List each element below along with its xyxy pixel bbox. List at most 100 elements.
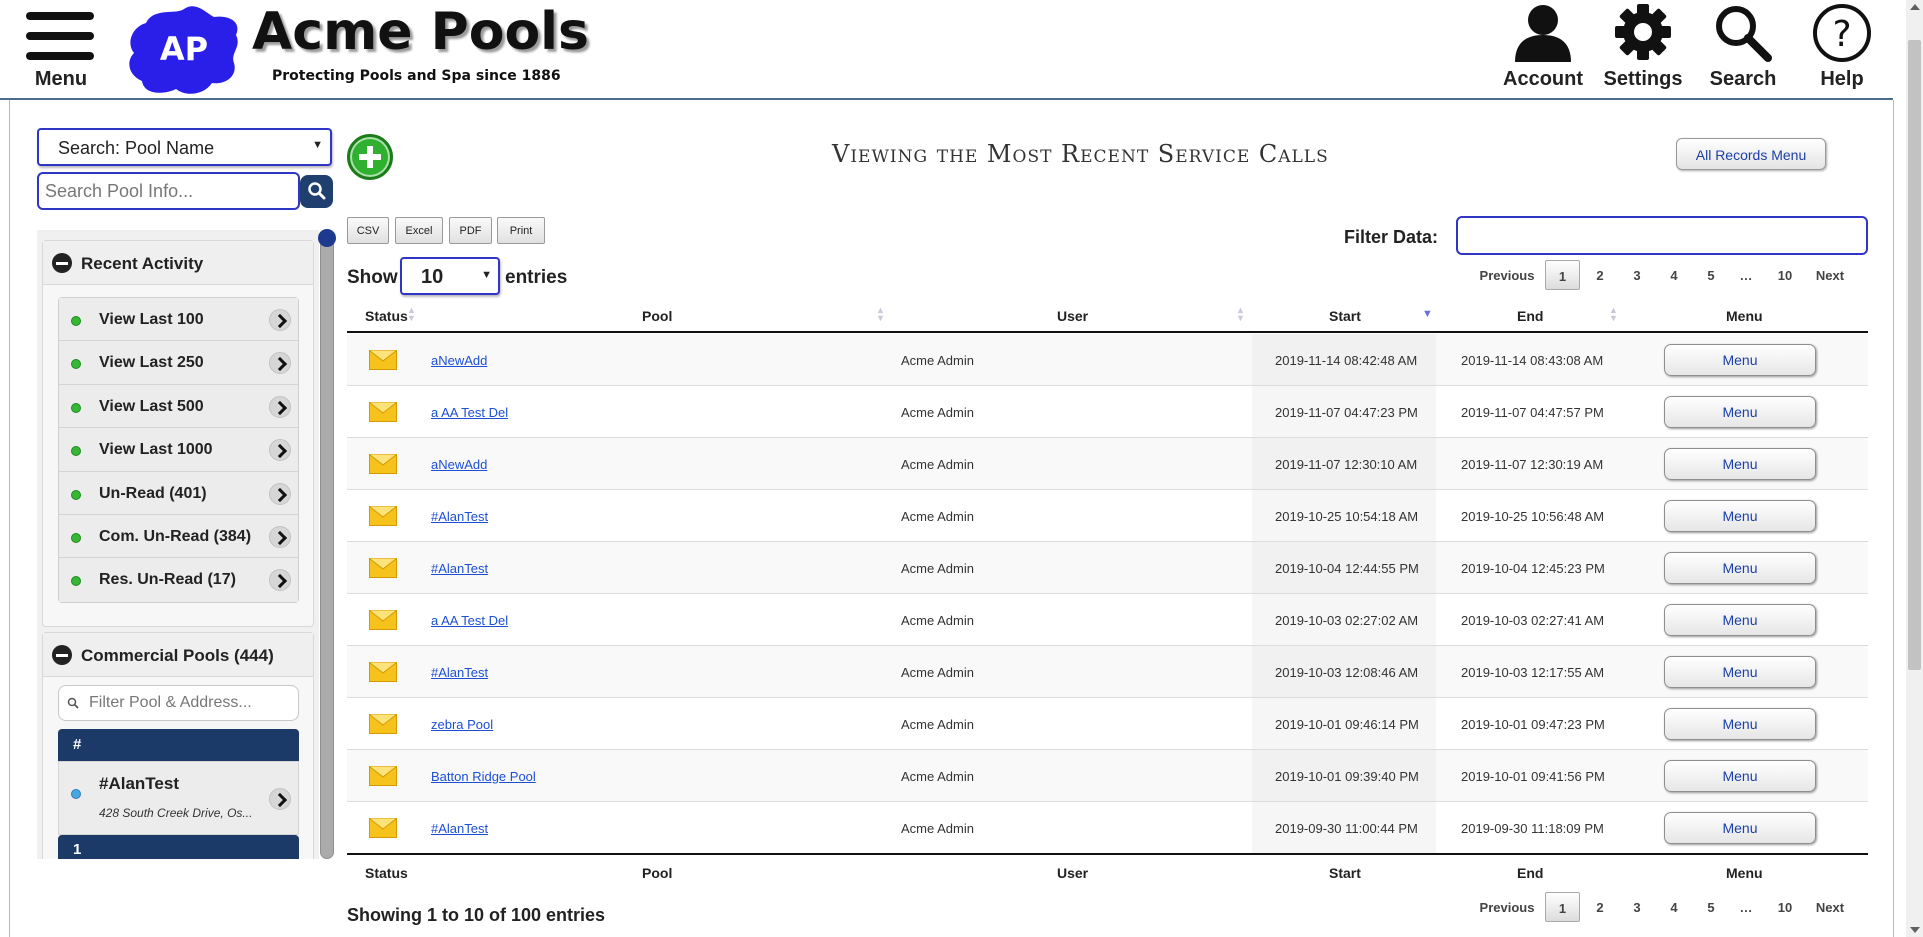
row-menu-button[interactable]: Menu	[1664, 760, 1816, 792]
print-button[interactable]: Print	[497, 217, 545, 244]
pagination-page-4[interactable]: 4	[1659, 260, 1689, 290]
page-scrollbar[interactable]	[1906, 0, 1923, 937]
pagination-page-3[interactable]: 3	[1622, 260, 1652, 290]
table-row: #AlanTest Acme Admin 2019-10-04 12:44:55…	[347, 542, 1868, 594]
chevron-right-icon[interactable]	[269, 569, 291, 592]
activity-item-last-100[interactable]: View Last 100	[59, 298, 298, 342]
sidebar-scrollbar[interactable]	[320, 230, 334, 859]
column-end[interactable]: End	[1517, 308, 1543, 324]
search-type-select[interactable]: Search: Pool Name ▼	[37, 128, 332, 166]
scroll-up-arrow-icon[interactable]	[1910, 4, 1920, 10]
search-pool-input[interactable]	[37, 172, 300, 210]
row-menu-button[interactable]: Menu	[1664, 344, 1816, 376]
pagination-page-5[interactable]: 5	[1696, 892, 1726, 922]
page-scrollbar-thumb[interactable]	[1908, 40, 1921, 670]
envelope-icon	[369, 818, 397, 838]
pagination-top: Previous 1 2 3 4 5 … 10 Next	[1470, 260, 1870, 290]
export-excel-button[interactable]: Excel	[395, 217, 443, 244]
account-button[interactable]: Account	[1495, 2, 1591, 96]
chevron-right-icon[interactable]	[269, 525, 291, 548]
column-pool[interactable]: Pool	[642, 308, 672, 324]
pool-link[interactable]: aNewAdd	[431, 457, 487, 472]
pagination-page-3[interactable]: 3	[1622, 892, 1652, 922]
pool-link[interactable]: a AA Test Del	[431, 613, 508, 628]
help-button[interactable]: ? Help	[1794, 2, 1890, 96]
pool-filter-input[interactable]	[87, 692, 292, 714]
search-submit-button[interactable]	[300, 175, 333, 208]
column-user[interactable]: User	[1057, 308, 1088, 324]
chevron-right-icon[interactable]	[269, 309, 291, 331]
activity-item-com-unread[interactable]: Com. Un-Read (384)	[59, 514, 298, 559]
chevron-right-icon[interactable]	[269, 439, 291, 462]
settings-button[interactable]: Settings	[1595, 2, 1691, 96]
activity-item-last-1000[interactable]: View Last 1000	[59, 428, 298, 472]
pagination-page-1[interactable]: 1	[1545, 260, 1580, 290]
pool-link[interactable]: zebra Pool	[431, 717, 493, 732]
chevron-right-icon[interactable]	[269, 395, 291, 418]
column-status[interactable]: Status	[365, 308, 408, 324]
add-record-button[interactable]	[347, 134, 393, 180]
search-button[interactable]: Search	[1695, 2, 1791, 96]
export-pdf-button[interactable]: PDF	[449, 217, 492, 244]
pagination-previous[interactable]: Previous	[1477, 892, 1537, 922]
pool-filter-field[interactable]	[58, 685, 299, 721]
export-csv-button[interactable]: CSV	[347, 217, 389, 244]
pagination-ellipsis: …	[1739, 900, 1753, 915]
pool-link[interactable]: #AlanTest	[431, 665, 488, 680]
pagination-page-2[interactable]: 2	[1585, 260, 1615, 290]
recent-activity-header[interactable]: Recent Activity	[43, 241, 313, 285]
pagination-next[interactable]: Next	[1810, 260, 1850, 290]
status-dot-icon	[71, 576, 81, 587]
activity-item-last-500[interactable]: View Last 500	[59, 384, 298, 429]
status-dot-icon	[71, 402, 81, 413]
pagination-next[interactable]: Next	[1810, 892, 1850, 922]
pagination-page-1[interactable]: 1	[1545, 892, 1580, 922]
activity-item-last-250[interactable]: View Last 250	[59, 341, 298, 385]
activity-item-res-unread[interactable]: Res. Un-Read (17)	[59, 558, 298, 602]
row-menu-button[interactable]: Menu	[1664, 708, 1816, 740]
row-menu-button[interactable]: Menu	[1664, 552, 1816, 584]
pool-link[interactable]: #AlanTest	[431, 509, 488, 524]
show-label: Show	[347, 267, 398, 288]
pagination-page-5[interactable]: 5	[1696, 260, 1726, 290]
user-cell: Acme Admin	[901, 613, 974, 628]
filter-data-input[interactable]	[1456, 216, 1868, 255]
row-menu-button[interactable]: Menu	[1664, 448, 1816, 480]
pagination-page-2[interactable]: 2	[1585, 892, 1615, 922]
pool-link[interactable]: #AlanTest	[431, 561, 488, 576]
pagination-page-10[interactable]: 10	[1768, 260, 1802, 290]
pagination-page-10[interactable]: 10	[1768, 892, 1802, 922]
activity-item-unread[interactable]: Un-Read (401)	[59, 471, 298, 515]
start-cell: 2019-10-01 09:46:14 PM	[1275, 717, 1419, 732]
collapse-icon[interactable]	[52, 645, 72, 665]
commercial-pools-header[interactable]: Commercial Pools (444)	[43, 633, 313, 677]
main-menu-button[interactable]: Menu	[22, 8, 100, 92]
pool-link[interactable]: a AA Test Del	[431, 405, 508, 420]
hamburger-icon	[26, 12, 94, 72]
collapse-icon[interactable]	[52, 253, 72, 273]
recent-activity-section: Recent Activity View Last 100 View Last …	[42, 240, 314, 627]
entries-per-page-select[interactable]: 10 ▼	[400, 257, 500, 295]
row-menu-button[interactable]: Menu	[1664, 604, 1816, 636]
sidebar-scrollbar-thumb[interactable]	[320, 230, 334, 859]
all-records-menu-button[interactable]: All Records Menu	[1676, 138, 1826, 170]
pool-link[interactable]: aNewAdd	[431, 353, 487, 368]
pool-link[interactable]: Batton Ridge Pool	[431, 769, 536, 784]
pagination-page-4[interactable]: 4	[1659, 892, 1689, 922]
pool-link[interactable]: #AlanTest	[431, 821, 488, 836]
row-menu-button[interactable]: Menu	[1664, 396, 1816, 428]
row-menu-button[interactable]: Menu	[1664, 812, 1816, 844]
pagination-previous[interactable]: Previous	[1477, 260, 1537, 290]
pool-list-item[interactable]: #AlanTest 428 South Creek Drive, Os...	[58, 761, 299, 835]
account-label: Account	[1503, 68, 1583, 90]
chevron-right-icon[interactable]	[269, 788, 291, 810]
column-start[interactable]: Start	[1329, 308, 1361, 324]
dropdown-arrow-icon: ▼	[481, 269, 492, 281]
chevron-right-icon[interactable]	[269, 352, 291, 375]
chevron-right-icon[interactable]	[269, 482, 291, 505]
activity-label: View Last 100	[99, 311, 204, 328]
row-menu-button[interactable]: Menu	[1664, 500, 1816, 532]
scroll-down-arrow-icon[interactable]	[1910, 927, 1920, 933]
row-menu-button[interactable]: Menu	[1664, 656, 1816, 688]
user-cell: Acme Admin	[901, 561, 974, 576]
